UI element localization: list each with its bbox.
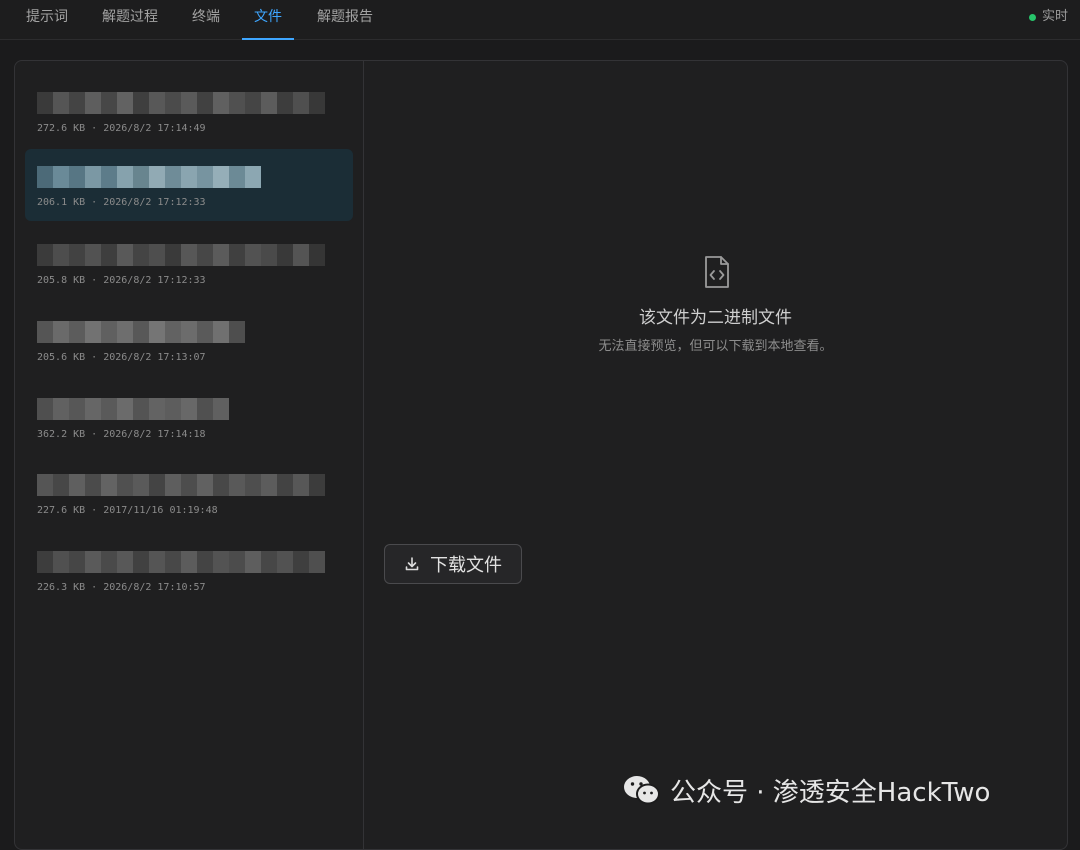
- realtime-label: 实时: [1041, 9, 1068, 24]
- file-name-redacted: [37, 471, 337, 499]
- file-name-redacted: [37, 395, 337, 423]
- top-nav-bar: 提示词 解题过程 终端 文件 解题报告 实时: [0, 0, 1080, 40]
- file-list: 272.6 KB · 2026/8/2 17:14:49 206.1 KB · …: [15, 61, 364, 849]
- redacted-name-blur: [37, 551, 325, 573]
- file-meta: 205.8 KB · 2026/8/2 17:12:33: [37, 275, 206, 286]
- file-meta: 272.6 KB · 2026/8/2 17:14:49: [37, 123, 206, 134]
- file-name-redacted: [37, 548, 337, 576]
- download-file-label: 下载文件: [430, 555, 502, 576]
- redacted-name-blur: [37, 398, 229, 420]
- wechat-watermark: 公众号 · 渗透安全HackTwo: [622, 770, 990, 810]
- file-meta: 206.1 KB · 2026/8/2 17:12:33: [37, 197, 206, 208]
- file-name-redacted: [37, 89, 337, 117]
- redacted-name-blur: [37, 474, 325, 496]
- file-item[interactable]: 362.2 KB · 2026/8/2 17:14:18: [25, 381, 353, 453]
- file-meta: 205.6 KB · 2026/8/2 17:13:07: [37, 352, 206, 363]
- tab-terminal[interactable]: 终端: [192, 0, 220, 40]
- file-meta: 227.6 KB · 2017/11/16 01:19:48: [37, 505, 218, 516]
- file-item[interactable]: 205.8 KB · 2026/8/2 17:12:33: [25, 227, 353, 299]
- files-panel: 272.6 KB · 2026/8/2 17:14:49 206.1 KB · …: [14, 60, 1068, 850]
- status-dot-icon: [1028, 13, 1036, 21]
- realtime-status: 实时: [1028, 0, 1068, 34]
- file-preview: 该文件为二进制文件 无法直接预览，但可以下载到本地查看。 下载文件: [364, 61, 1067, 849]
- tab-prompt[interactable]: 提示词: [26, 0, 68, 40]
- binary-file-title: 该文件为二进制文件: [639, 308, 792, 328]
- file-item-selected[interactable]: 206.1 KB · 2026/8/2 17:12:33: [25, 149, 353, 221]
- redacted-name-blur: [37, 321, 245, 343]
- file-item[interactable]: 226.3 KB · 2026/8/2 17:10:57: [25, 534, 353, 606]
- file-name-redacted: [37, 163, 337, 191]
- file-item[interactable]: 205.6 KB · 2026/8/2 17:13:07: [25, 304, 353, 376]
- tab-solution-report[interactable]: 解题报告: [317, 0, 373, 40]
- download-icon: [405, 557, 419, 571]
- download-file-button[interactable]: 下载文件: [384, 544, 522, 584]
- redacted-name-blur: [37, 244, 325, 266]
- watermark-text: 公众号 · 渗透安全HackTwo: [670, 777, 991, 808]
- file-item[interactable]: 227.6 KB · 2017/11/16 01:19:48: [25, 457, 353, 529]
- redacted-name-blur: [37, 92, 325, 114]
- file-item[interactable]: 272.6 KB · 2026/8/2 17:14:49: [25, 75, 353, 147]
- file-meta: 226.3 KB · 2026/8/2 17:10:57: [37, 582, 206, 593]
- redacted-name-blur: [37, 166, 261, 188]
- tab-solving-process[interactable]: 解题过程: [102, 0, 158, 40]
- tab-files[interactable]: 文件: [242, 0, 294, 40]
- binary-file-subtitle: 无法直接预览，但可以下载到本地查看。: [598, 339, 833, 354]
- file-name-redacted: [37, 241, 337, 269]
- file-name-redacted: [37, 318, 337, 346]
- wechat-icon: [624, 776, 660, 805]
- file-code-icon: [705, 256, 729, 288]
- file-meta: 362.2 KB · 2026/8/2 17:14:18: [37, 429, 206, 440]
